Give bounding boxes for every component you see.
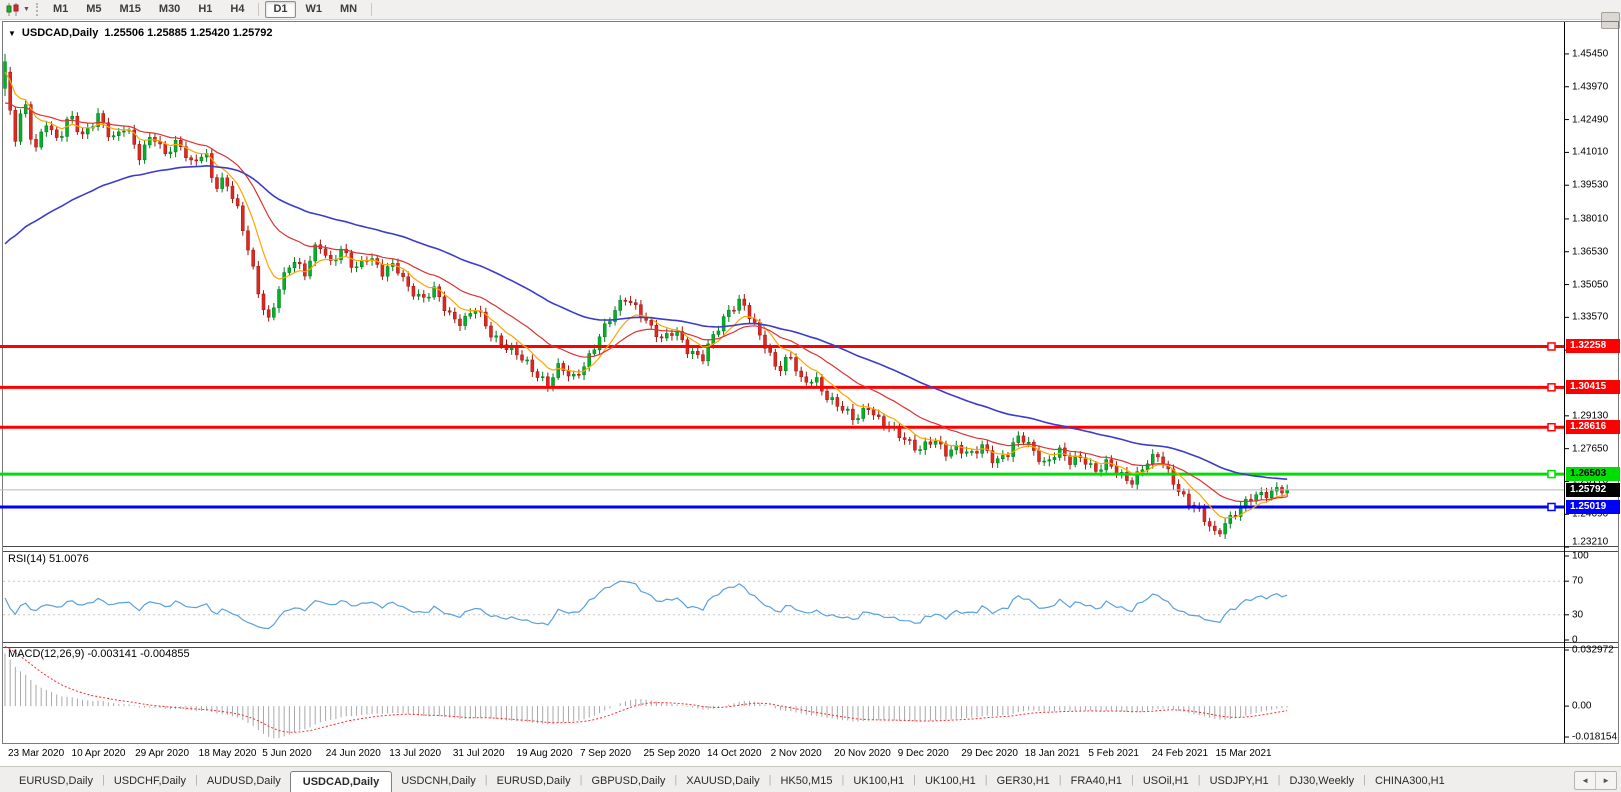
rsi-tick-label: 30 (1572, 609, 1583, 620)
chart-tabs-bar: EURUSD,Daily|USDCHF,Daily|AUDUSD,DailyUS… (0, 766, 1621, 792)
chart-tab-eurusd-5[interactable]: EURUSD,Daily (488, 771, 580, 792)
date-tick-label: 24 Jun 2020 (326, 748, 381, 759)
date-tick-label: 29 Apr 2020 (135, 748, 189, 759)
chart-tab-uk100-10[interactable]: UK100,H1 (916, 771, 985, 792)
toolbar-grip[interactable] (36, 3, 38, 16)
tab-scroll-right-icon[interactable]: ► (1596, 772, 1616, 789)
chart-type-icon[interactable] (5, 3, 20, 16)
date-tick-label: 29 Dec 2020 (961, 748, 1018, 759)
date-tick-label: 5 Jun 2020 (262, 748, 312, 759)
moving-average-mid (5, 103, 1287, 502)
chart-tab-usdcad-3[interactable]: USDCAD,Daily (290, 771, 392, 792)
toolbar-separator (258, 3, 259, 16)
timeframe-button-m15[interactable]: M15 (112, 1, 149, 18)
timeframe-button-m1[interactable]: M1 (45, 1, 76, 18)
date-tick-label: 25 Sep 2020 (644, 748, 701, 759)
chart-canvas[interactable] (0, 0, 1621, 792)
date-tick-label: 18 Jan 2021 (1025, 748, 1080, 759)
macd-tick-label: 0.032972 (1572, 645, 1614, 656)
timeframe-button-mn[interactable]: MN (332, 1, 365, 18)
date-tick-label: 7 Sep 2020 (580, 748, 631, 759)
date-tick-label: 18 May 2020 (199, 748, 257, 759)
date-tick-label: 14 Oct 2020 (707, 748, 761, 759)
chart-tab-china300-16[interactable]: CHINA300,H1 (1366, 771, 1454, 792)
chart-tab-xauusd-7[interactable]: XAUUSD,Daily (677, 771, 768, 792)
date-tick-label: 19 Aug 2020 (516, 748, 572, 759)
timeframe-toolbar: ▼ M1M5M15M30H1H4 D1W1MN (0, 0, 1621, 20)
timeframe-button-d1[interactable]: D1 (265, 1, 295, 18)
price-tick-label: 1.39530 (1572, 180, 1608, 191)
chart-title-symbol: USDCAD,Daily (22, 27, 98, 39)
chart-tab-fra40-12[interactable]: FRA40,H1 (1062, 771, 1131, 792)
date-tick-label: 20 Nov 2020 (834, 748, 891, 759)
chart-tab-hk50-8[interactable]: HK50,M15 (771, 771, 841, 792)
chart-tab-eurusd-0[interactable]: EURUSD,Daily (10, 771, 102, 792)
price-tick-label: 1.33570 (1572, 312, 1608, 323)
date-tick-label: 9 Dec 2020 (898, 748, 949, 759)
level-price-badge[interactable]: 1.25019 (1566, 500, 1620, 514)
current-price-badge: 1.25792 (1566, 483, 1620, 497)
rsi-tick-label: 100 (1572, 551, 1589, 562)
macd-tick-label: -0.018154 (1572, 732, 1617, 743)
chart-tab-uk100-9[interactable]: UK100,H1 (844, 771, 913, 792)
price-tick-label: 1.38010 (1572, 213, 1608, 224)
price-tick-label: 1.43970 (1572, 81, 1608, 92)
chart-type-dropdown-icon[interactable]: ▼ (23, 6, 30, 13)
date-tick-label: 24 Feb 2021 (1152, 748, 1208, 759)
price-tick-label: 1.42490 (1572, 114, 1608, 125)
date-tick-label: 15 Mar 2021 (1215, 748, 1271, 759)
date-tick-label: 23 Mar 2020 (8, 748, 64, 759)
tab-scroll-left-icon[interactable]: ◄ (1575, 772, 1596, 789)
date-tick-label: 2 Nov 2020 (771, 748, 822, 759)
chart-title: ▼ USDCAD,Daily 1.25506 1.25885 1.25420 1… (8, 27, 273, 39)
macd-indicator-label: MACD(12,26,9) -0.003141 -0.004855 (8, 648, 190, 660)
timeframe-button-h1[interactable]: H1 (190, 1, 220, 18)
chart-tab-gbpusd-6[interactable]: GBPUSD,Daily (582, 771, 674, 792)
chart-tab-ger30-11[interactable]: GER30,H1 (988, 771, 1059, 792)
chart-tab-usdcnh-4[interactable]: USDCNH,Daily (392, 771, 485, 792)
price-tick-label: 1.36530 (1572, 246, 1608, 257)
tab-scroll-buttons: ◄ ► (1574, 771, 1617, 790)
date-tick-label: 31 Jul 2020 (453, 748, 505, 759)
timeframe-button-m30[interactable]: M30 (151, 1, 188, 18)
toolbar-separator (371, 3, 372, 16)
symbol-collapse-icon[interactable]: ▼ (8, 29, 16, 38)
chart-tab-usdjpy-14[interactable]: USDJPY,H1 (1201, 771, 1278, 792)
date-tick-label: 13 Jul 2020 (389, 748, 441, 759)
moving-average-fast (5, 72, 1287, 518)
date-tick-label: 5 Feb 2021 (1088, 748, 1139, 759)
timeframe-button-m5[interactable]: M5 (78, 1, 109, 18)
moving-average-slow (5, 166, 1287, 479)
chart-tab-dj30-15[interactable]: DJ30,Weekly (1281, 771, 1364, 792)
price-tick-label: 1.27650 (1572, 443, 1608, 454)
price-tick-label: 1.35050 (1572, 279, 1608, 290)
horizontal-level-lines[interactable] (0, 343, 1564, 511)
level-price-badge[interactable]: 1.32258 (1566, 339, 1620, 353)
rsi-line (5, 581, 1287, 628)
chart-title-ohlc: 1.25506 1.25885 1.25420 1.25792 (104, 27, 272, 39)
candlestick-series (4, 54, 1289, 539)
macd-histogram (5, 653, 1287, 738)
price-tick-label: 1.23210 (1572, 537, 1608, 548)
level-price-badge[interactable]: 1.28616 (1566, 420, 1620, 434)
timeframe-button-h4[interactable]: H4 (222, 1, 252, 18)
chart-tab-audusd-2[interactable]: AUDUSD,Daily (198, 771, 290, 792)
macd-tick-label: 0.00 (1572, 701, 1591, 712)
chart-tab-usdchf-1[interactable]: USDCHF,Daily (105, 771, 195, 792)
level-price-badge[interactable]: 1.30415 (1566, 380, 1620, 394)
date-tick-label: 10 Apr 2020 (72, 748, 126, 759)
macd-signal-line (5, 647, 1287, 733)
rsi-indicator-label: RSI(14) 51.0076 (8, 553, 89, 565)
trading-terminal-window: ▼ M1M5M15M30H1H4 D1W1MN ▼ USDCAD,Daily 1.… (0, 0, 1621, 792)
chart-tab-usoil-13[interactable]: USOil,H1 (1134, 771, 1198, 792)
rsi-tick-label: 70 (1572, 576, 1583, 587)
price-axis[interactable]: 1.45450 1.43970 1.42490 1.41010 1.39530 1.380… (1564, 21, 1621, 744)
time-axis[interactable]: 23 Mar 2020 10 Apr 2020 29 Apr 2020 18 May … (0, 744, 1564, 766)
level-price-badge[interactable]: 1.26503 (1566, 467, 1620, 481)
price-tick-label: 1.41010 (1572, 147, 1608, 158)
timeframe-button-w1[interactable]: W1 (298, 1, 331, 18)
price-tick-label: 1.45450 (1572, 48, 1608, 59)
